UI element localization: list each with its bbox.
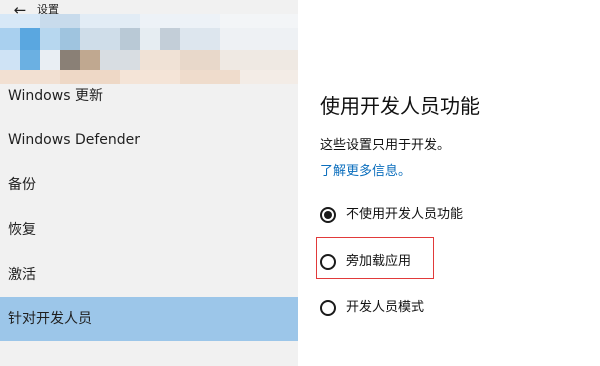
- sidebar-item-label: Windows Defender: [8, 132, 141, 148]
- sidebar-item-label: 恢复: [8, 222, 36, 238]
- radio-label: 旁加载应用: [346, 254, 412, 269]
- sidebar-item-label: 备份: [8, 177, 36, 193]
- radio-label: 开发人员模式: [346, 300, 425, 315]
- sidebar-item-windows-update[interactable]: Windows 更新: [0, 74, 298, 118]
- sidebar-item-label: 针对开发人员: [8, 311, 92, 327]
- radio-button[interactable]: [320, 300, 336, 316]
- description-text: 这些设置只用于开发。: [320, 138, 451, 153]
- sidebar-item-label: Windows 更新: [8, 88, 103, 104]
- sidebar-item-backup[interactable]: 备份: [0, 163, 298, 207]
- sidebar-item-label: 激活: [8, 267, 36, 283]
- learn-more-link[interactable]: 了解更多信息。: [320, 163, 411, 181]
- sidebar-item-windows-defender[interactable]: Windows Defender: [0, 118, 298, 162]
- sidebar: ← 设置 Windows 更新 Windows Defender 备份 恢复 激…: [0, 0, 298, 366]
- sidebar-item-for-developers[interactable]: 针对开发人员: [0, 297, 298, 341]
- radio-button[interactable]: [320, 254, 336, 270]
- main-content: 使用开发人员功能 这些设置只用于开发。 了解更多信息。 不使用开发人员功能 旁加…: [298, 0, 600, 366]
- sidebar-item-recovery[interactable]: 恢复: [0, 208, 298, 252]
- radio-label: 不使用开发人员功能: [346, 207, 464, 222]
- radio-button-checked[interactable]: [320, 207, 336, 223]
- page-title: 使用开发人员功能: [320, 94, 480, 118]
- sidebar-item-activation[interactable]: 激活: [0, 253, 298, 297]
